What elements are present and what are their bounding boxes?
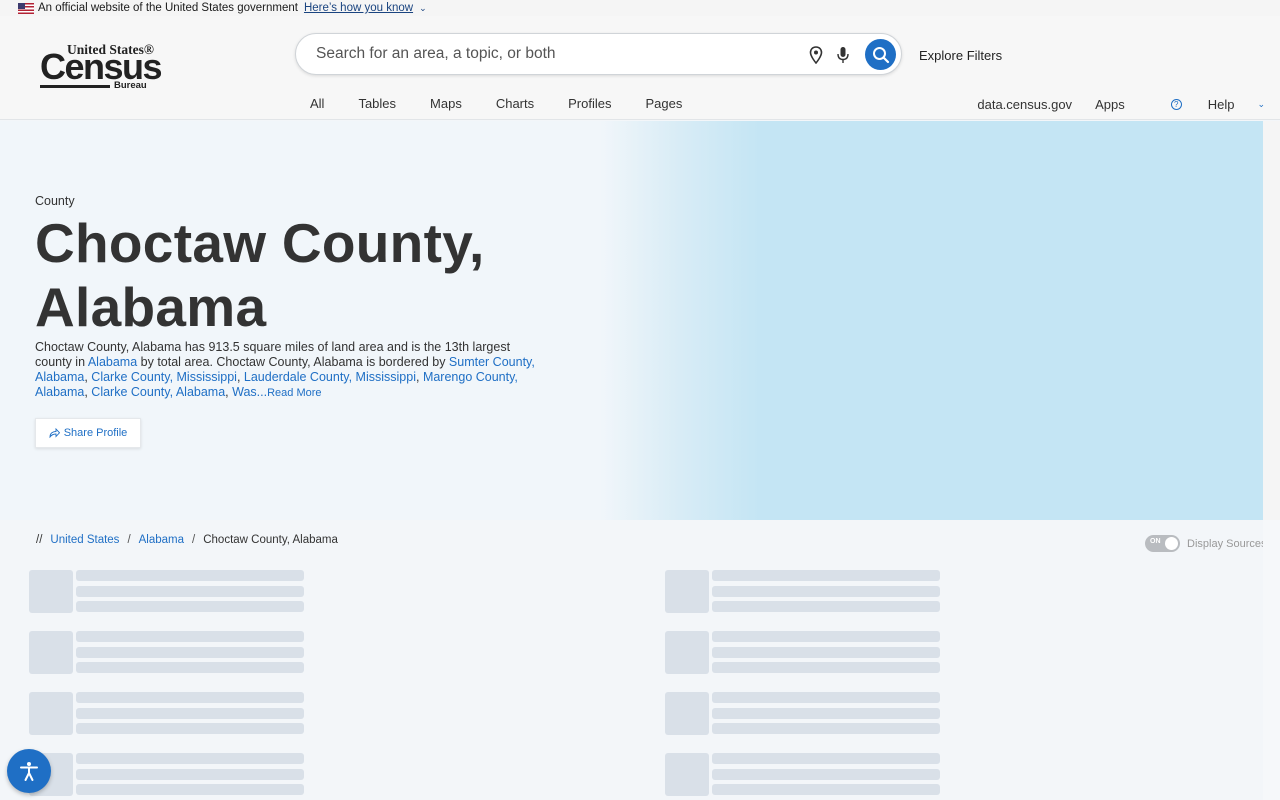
data-census-gov-link[interactable]: data.census.gov: [977, 97, 1072, 112]
skeleton-thumb: [29, 631, 73, 674]
skeleton-line: [76, 708, 304, 719]
utility-nav: data.census.gov Apps ? Help ⌄: [954, 97, 1265, 112]
skeleton-line: [712, 784, 940, 795]
skeleton-line: [76, 631, 304, 642]
breadcrumb-united-states[interactable]: United States: [50, 534, 119, 546]
logo-underline: [40, 85, 110, 88]
apps-link[interactable]: Apps: [1095, 97, 1125, 112]
skeleton-line: [712, 708, 940, 719]
skeleton-thumb: [665, 570, 709, 613]
skeleton-line: [76, 570, 304, 581]
display-sources-label: Display Sources: [1187, 537, 1267, 550]
skeleton-line: [76, 647, 304, 658]
breadcrumb-separator: /: [127, 534, 131, 546]
gov-banner-text: An official website of the United States…: [38, 2, 298, 14]
tab-maps[interactable]: Maps: [430, 96, 462, 111]
breadcrumb: // United States / Alabama / Choctaw Cou…: [36, 534, 338, 546]
heres-how-you-know-link[interactable]: Here’s how you know: [304, 2, 413, 14]
us-flag-icon: [18, 2, 34, 14]
display-sources-toggle[interactable]: ON Display Sources: [1145, 535, 1266, 552]
scrollbar-track[interactable]: [1263, 121, 1280, 520]
search-tabs: All Tables Maps Charts Profiles Pages: [310, 96, 716, 111]
help-menu[interactable]: ? Help ⌄: [1148, 97, 1265, 112]
skeleton-line: [712, 769, 940, 780]
accessibility-button[interactable]: [7, 749, 51, 793]
gov-banner: An official website of the United States…: [0, 0, 1280, 16]
breadcrumb-separator: /: [192, 534, 196, 546]
alabama-link[interactable]: Alabama: [88, 355, 137, 369]
search-input[interactable]: [316, 43, 796, 65]
skeleton-line: [712, 631, 940, 642]
profile-hero: County Choctaw County, Alabama Choctaw C…: [0, 121, 1263, 520]
skeleton-line: [712, 601, 940, 612]
profile-description: Choctaw County, Alabama has 913.5 square…: [35, 340, 535, 399]
search-button[interactable]: [865, 39, 896, 70]
skeleton-line: [712, 753, 940, 764]
tab-tables[interactable]: Tables: [358, 96, 396, 111]
toggle-state: ON: [1150, 538, 1161, 545]
tab-pages[interactable]: Pages: [645, 96, 682, 111]
help-icon: ?: [1170, 99, 1182, 110]
read-more-link[interactable]: Read More: [267, 387, 321, 399]
skeleton-line: [76, 769, 304, 780]
skeleton-line: [712, 692, 940, 703]
neighbor-link[interactable]: Was...: [232, 385, 267, 399]
geo-type-label: County: [35, 194, 75, 208]
neighbor-link[interactable]: Lauderdale County, Mississippi: [244, 370, 416, 384]
share-icon: [49, 428, 60, 438]
chevron-down-icon[interactable]: ⌄: [419, 3, 427, 14]
share-profile-button[interactable]: Share Profile: [35, 418, 141, 448]
explore-filters-link[interactable]: Explore Filters: [919, 48, 1002, 63]
neighbor-link[interactable]: Clarke County, Mississippi: [91, 370, 237, 384]
skeleton-thumb: [29, 570, 73, 613]
tab-all[interactable]: All: [310, 96, 324, 111]
skeleton-line: [712, 647, 940, 658]
neighbor-link[interactable]: Clarke County, Alabama: [91, 385, 225, 399]
tab-charts[interactable]: Charts: [496, 96, 534, 111]
skeleton-line: [76, 753, 304, 764]
microphone-icon[interactable]: [837, 46, 849, 64]
scrollbar-track[interactable]: [1263, 520, 1280, 800]
skeleton-line: [712, 723, 940, 734]
skeleton-line: [76, 784, 304, 795]
skeleton-line: [712, 586, 940, 597]
toggle-switch[interactable]: ON: [1145, 535, 1180, 552]
search-icon: [872, 46, 889, 63]
skeleton-line: [712, 662, 940, 673]
desc-text: by total area. Choctaw County, Alabama i…: [137, 355, 449, 369]
skeleton-line: [76, 586, 304, 597]
skeleton-line: [76, 662, 304, 673]
help-label: Help: [1207, 97, 1235, 112]
skeleton-thumb: [665, 753, 709, 796]
breadcrumb-alabama[interactable]: Alabama: [139, 534, 184, 546]
skeleton-thumb: [665, 692, 709, 735]
skeleton-thumb: [29, 692, 73, 735]
skeleton-thumb: [665, 631, 709, 674]
census-logo[interactable]: United States® Census Bureau: [40, 42, 163, 92]
tab-profiles[interactable]: Profiles: [568, 96, 611, 111]
accessibility-icon: [20, 762, 38, 781]
breadcrumb-lead: //: [36, 534, 43, 546]
breadcrumb-current: Choctaw County, Alabama: [203, 534, 338, 546]
search-bar: [295, 33, 902, 75]
skeleton-line: [76, 723, 304, 734]
page-title: Choctaw County, Alabama: [35, 212, 485, 338]
share-profile-label: Share Profile: [63, 427, 128, 439]
skeleton-line: [76, 601, 304, 612]
skeleton-line: [712, 570, 940, 581]
skeleton-line: [76, 692, 304, 703]
logo-bureau: Bureau: [114, 80, 147, 91]
location-pin-icon[interactable]: [809, 46, 823, 64]
site-header: United States® Census Bureau Explore Fil…: [0, 16, 1280, 120]
toggle-knob: [1165, 537, 1178, 550]
chevron-down-icon: ⌄: [1257, 99, 1265, 109]
